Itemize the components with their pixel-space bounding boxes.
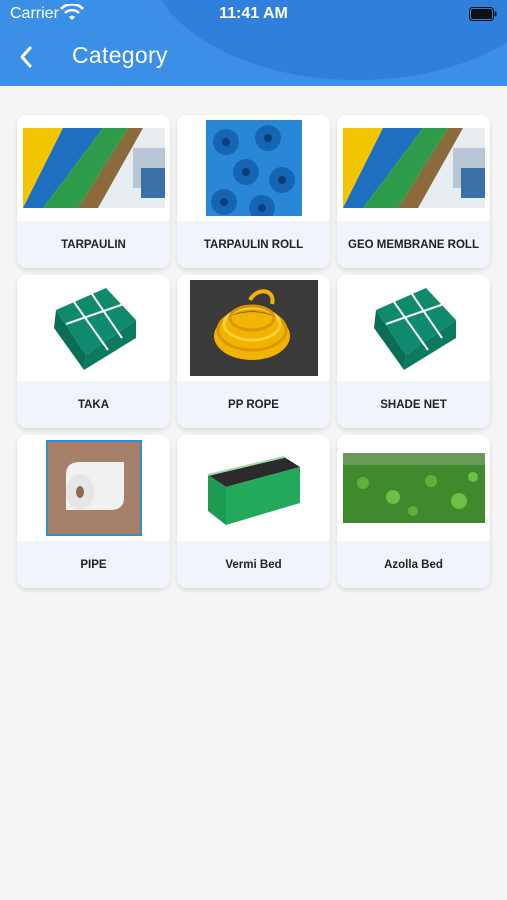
- pp-rope-image: [189, 280, 318, 376]
- status-bar: Carrier 11:41 AM: [0, 0, 507, 30]
- category-label: Vermi Bed: [177, 541, 330, 588]
- category-label: GEO MEMBRANE ROLL: [337, 221, 490, 268]
- category-label: PP ROPE: [177, 381, 330, 428]
- category-image: [337, 115, 490, 221]
- category-image: [337, 435, 490, 541]
- category-label: TARPAULIN ROLL: [177, 221, 330, 268]
- category-image: [17, 435, 170, 541]
- azolla-bed-image: [342, 453, 485, 523]
- geo-membrane-image: [342, 128, 485, 208]
- category-label: PIPE: [17, 541, 170, 588]
- category-image: [17, 275, 170, 381]
- category-image: [337, 275, 490, 381]
- category-card-vermi-bed[interactable]: Vermi Bed: [177, 435, 330, 588]
- category-card-pp-rope[interactable]: PP ROPE: [177, 275, 330, 428]
- category-image: [177, 275, 330, 381]
- tarpaulin-roll-image: [205, 120, 302, 216]
- category-card-tarpaulin[interactable]: TARPAULIN: [17, 115, 170, 268]
- category-card-pipe[interactable]: PIPE: [17, 435, 170, 588]
- category-card-taka[interactable]: TAKA: [17, 275, 170, 428]
- shade-net-image: [373, 288, 456, 370]
- tarpaulin-image: [22, 128, 165, 208]
- category-image: [17, 115, 170, 221]
- category-label: TARPAULIN: [17, 221, 170, 268]
- category-card-azolla-bed[interactable]: Azolla Bed: [337, 435, 490, 588]
- taka-image: [53, 288, 136, 370]
- pipe-image: [45, 440, 142, 536]
- page-title: Category: [72, 42, 168, 68]
- category-card-tarpaulin-roll[interactable]: TARPAULIN ROLL: [177, 115, 330, 268]
- category-label: SHADE NET: [337, 381, 490, 428]
- app-header: Carrier 11:41 AM Category: [0, 0, 507, 86]
- category-card-geo-membrane-roll[interactable]: GEO MEMBRANE ROLL: [337, 115, 490, 268]
- category-label: TAKA: [17, 381, 170, 428]
- category-label: Azolla Bed: [337, 541, 490, 588]
- chevron-left-icon[interactable]: [12, 42, 42, 72]
- category-image: [177, 435, 330, 541]
- vermi-bed-image: [207, 456, 300, 525]
- category-image: [177, 115, 330, 221]
- status-time: 11:41 AM: [219, 5, 288, 22]
- battery-icon: [469, 7, 497, 21]
- category-card-shade-net[interactable]: SHADE NET: [337, 275, 490, 428]
